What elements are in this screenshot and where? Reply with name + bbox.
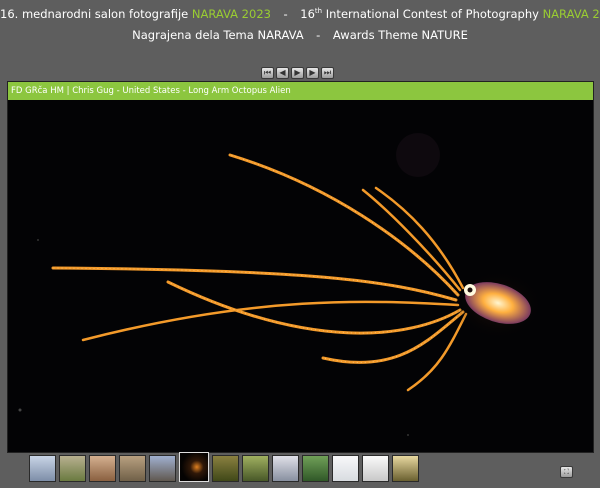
first-icon[interactable]: ⏮ [261, 67, 274, 79]
title-separator: - [283, 7, 288, 21]
thumbnail[interactable] [29, 455, 56, 482]
thumbnail[interactable] [392, 455, 419, 482]
last-icon[interactable]: ⏭ [321, 67, 334, 79]
thumbnail-active[interactable] [179, 452, 209, 482]
thumbnail[interactable] [362, 455, 389, 482]
narava-2023-label: NARAVA 2023 [191, 7, 271, 21]
play-icon[interactable]: ▶ [291, 67, 304, 79]
contest-title-english: International Contest of Photography [325, 7, 539, 21]
narava-2023-label-english: NARAVA 2023 [542, 7, 600, 21]
edition-number: 16 [300, 7, 315, 21]
contest-title: 16. mednarodni salon fotografije NARAVA … [0, 7, 600, 21]
thumbnail[interactable] [272, 455, 299, 482]
thumbnail[interactable] [302, 455, 329, 482]
edition-suffix: th [314, 7, 323, 16]
thumbnail[interactable] [242, 455, 269, 482]
previous-icon[interactable]: ◀ [276, 67, 289, 79]
thumbnail[interactable] [119, 455, 146, 482]
thumbnail[interactable] [59, 455, 86, 482]
thumbnail[interactable] [212, 455, 239, 482]
thumbnail[interactable] [149, 455, 176, 482]
photo-caption: FD GRča HM | Chris Gug - United States -… [8, 82, 593, 100]
thumbnail[interactable] [89, 455, 116, 482]
awards-subtitle: Nagrajena dela Tema NARAVA - Awards Them… [0, 28, 600, 42]
main-photo[interactable] [8, 100, 593, 452]
subtitle-separator: - [316, 28, 321, 42]
photo-frame: FD GRča HM | Chris Gug - United States -… [7, 81, 594, 453]
thumbnail-strip [29, 452, 419, 485]
awards-theme-english: Awards Theme NATURE [332, 28, 468, 42]
octopus-image [8, 100, 593, 452]
fullscreen-icon[interactable]: ⛶ [560, 466, 573, 478]
salon-title-slovene: 16. mednarodni salon fotografije [0, 7, 189, 21]
awards-theme-slovene: Nagrajena dela Tema NARAVA [132, 28, 304, 42]
next-icon[interactable]: ▶ [306, 67, 319, 79]
thumbnail[interactable] [332, 455, 359, 482]
slideshow-navigation: ⏮ ◀ ▶ ▶ ⏭ [261, 67, 334, 81]
